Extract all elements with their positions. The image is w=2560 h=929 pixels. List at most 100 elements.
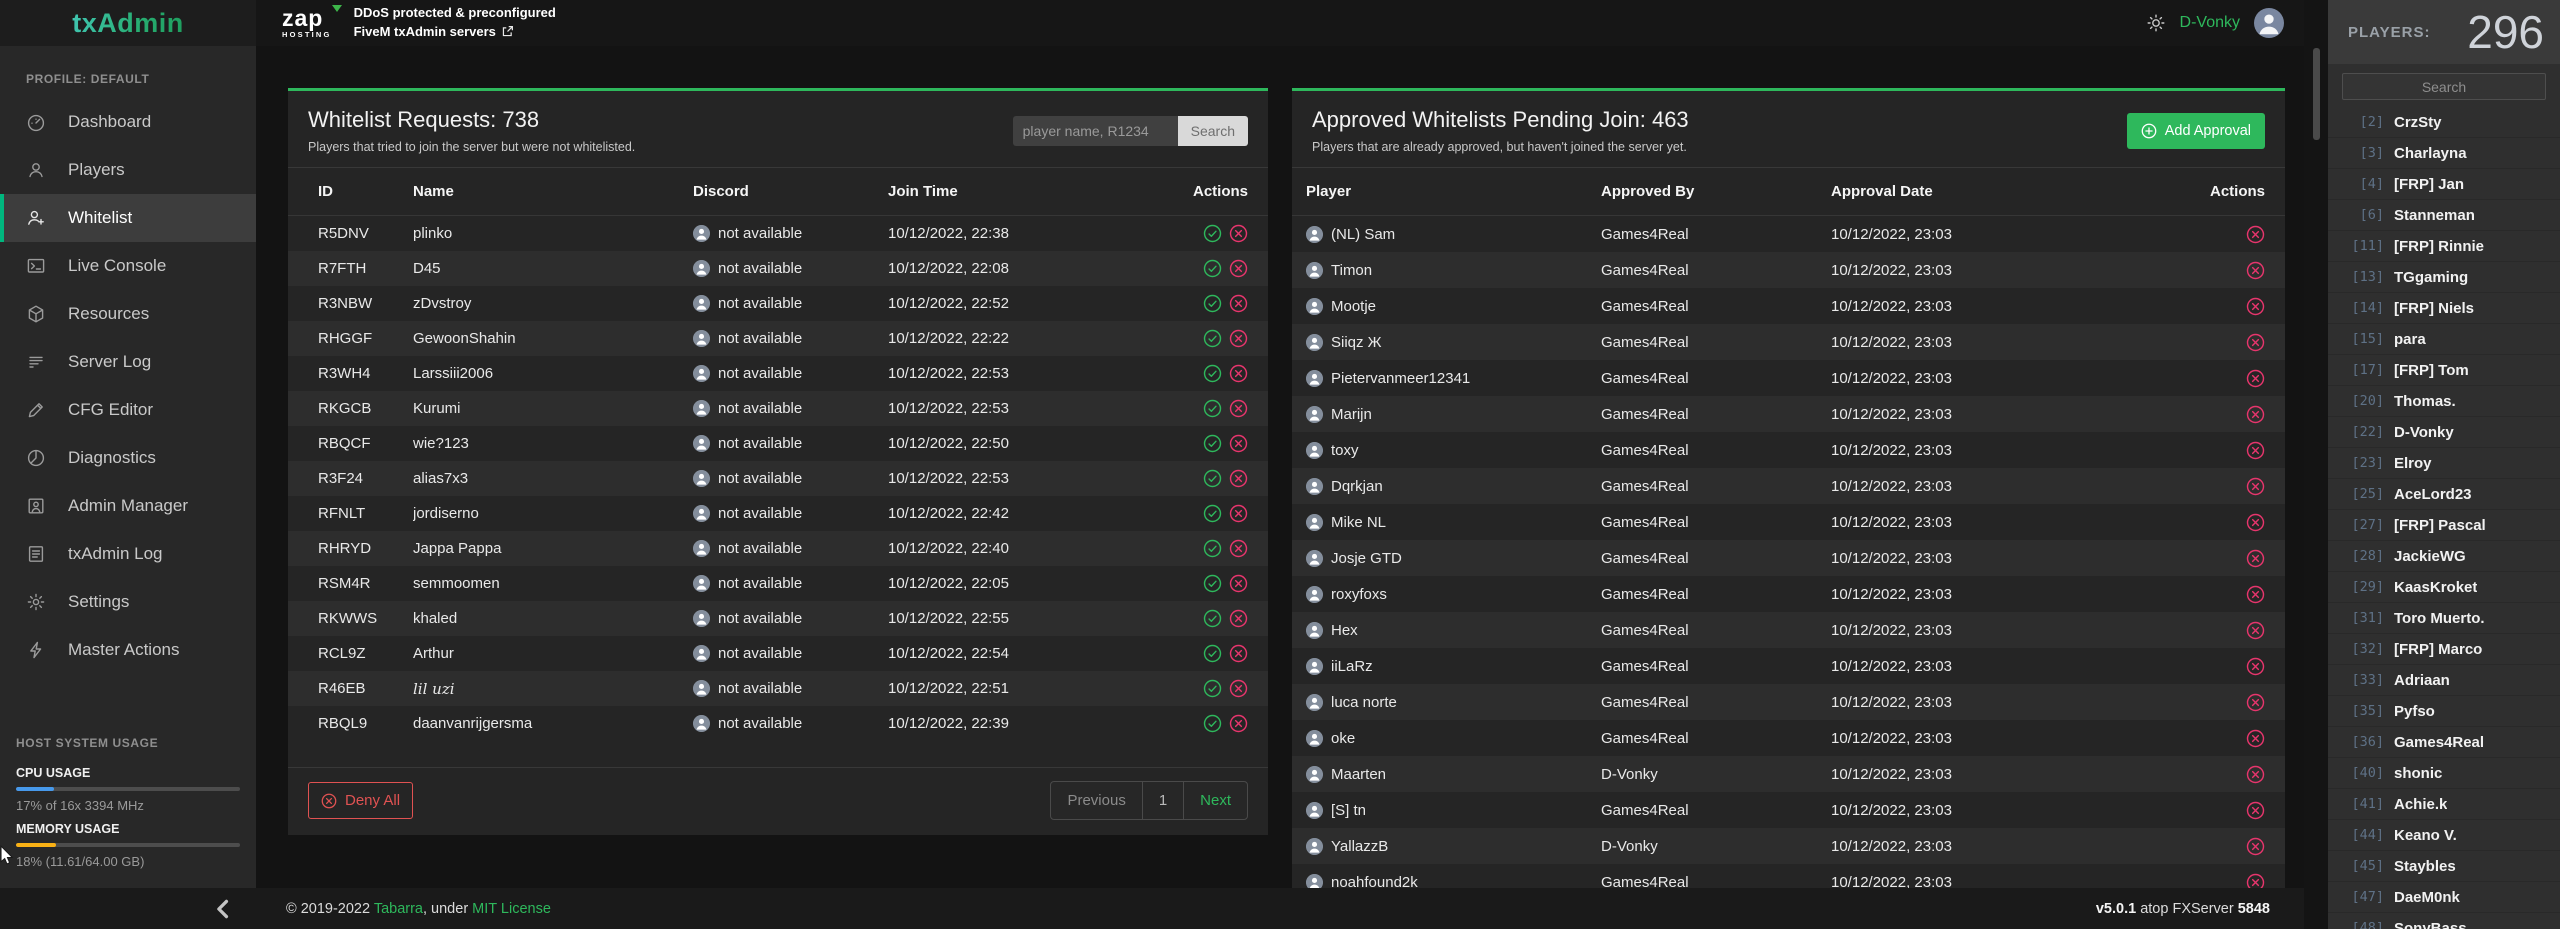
remove-approval-button[interactable] <box>2246 513 2265 532</box>
deny-request-button[interactable] <box>1229 329 1248 348</box>
player-list-item[interactable]: [4][FRP] Jan <box>2328 169 2560 200</box>
approve-request-button[interactable] <box>1203 364 1222 383</box>
remove-approval-button[interactable] <box>2246 801 2265 820</box>
approve-request-button[interactable] <box>1203 399 1222 418</box>
player-list-item[interactable]: [20]Thomas. <box>2328 386 2560 417</box>
approve-request-button[interactable] <box>1203 224 1222 243</box>
player-list-item[interactable]: [35]Pyfso <box>2328 696 2560 727</box>
sidebar-item-dashboard[interactable]: Dashboard <box>0 98 256 146</box>
player-list-item[interactable]: [33]Adriaan <box>2328 665 2560 696</box>
approve-request-button[interactable] <box>1203 714 1222 733</box>
sidebar-item-txadmin-log[interactable]: txAdmin Log <box>0 530 256 578</box>
player-list-item[interactable]: [36]Games4Real <box>2328 727 2560 758</box>
remove-approval-button[interactable] <box>2246 333 2265 352</box>
deny-request-button[interactable] <box>1229 609 1248 628</box>
approve-request-button[interactable] <box>1203 539 1222 558</box>
approve-request-button[interactable] <box>1203 434 1222 453</box>
theme-toggle-icon[interactable] <box>2146 13 2166 33</box>
remove-approval-button[interactable] <box>2246 837 2265 856</box>
player-list-item[interactable]: [13]TGgaming <box>2328 262 2560 293</box>
approve-request-button[interactable] <box>1203 679 1222 698</box>
deny-request-button[interactable] <box>1229 399 1248 418</box>
remove-approval-button[interactable] <box>2246 549 2265 568</box>
player-list-item[interactable]: [15]para <box>2328 324 2560 355</box>
sidebar-item-master-actions[interactable]: Master Actions <box>0 626 256 674</box>
requests-search-button[interactable]: Search <box>1178 116 1248 146</box>
sidebar-item-live-console[interactable]: Live Console <box>0 242 256 290</box>
remove-approval-button[interactable] <box>2246 621 2265 640</box>
sidebar-item-cfg-editor[interactable]: CFG Editor <box>0 386 256 434</box>
remove-approval-button[interactable] <box>2246 441 2265 460</box>
player-list-item[interactable]: [14][FRP] Niels <box>2328 293 2560 324</box>
player-list-item[interactable]: [28]JackieWG <box>2328 541 2560 572</box>
sidebar-item-players[interactable]: Players <box>0 146 256 194</box>
player-list-item[interactable]: [17][FRP] Tom <box>2328 355 2560 386</box>
sidebar-item-whitelist[interactable]: Whitelist <box>0 194 256 242</box>
add-approval-button[interactable]: Add Approval <box>2127 113 2265 149</box>
remove-approval-button[interactable] <box>2246 585 2265 604</box>
remove-approval-button[interactable] <box>2246 297 2265 316</box>
avatar[interactable] <box>2254 8 2284 38</box>
deny-request-button[interactable] <box>1229 574 1248 593</box>
player-list-item[interactable]: [29]KaasKroket <box>2328 572 2560 603</box>
zap-banner[interactable]: zap HOSTING DDoS protected & preconfigur… <box>282 4 556 42</box>
player-list-item[interactable]: [25]AceLord23 <box>2328 479 2560 510</box>
player-list-item[interactable]: [22]D-Vonky <box>2328 417 2560 448</box>
remove-approval-button[interactable] <box>2246 405 2265 424</box>
deny-request-button[interactable] <box>1229 504 1248 523</box>
player-list-item[interactable]: [45]Staybles <box>2328 851 2560 882</box>
deny-request-button[interactable] <box>1229 364 1248 383</box>
sidebar-item-diagnostics[interactable]: Diagnostics <box>0 434 256 482</box>
deny-request-button[interactable] <box>1229 469 1248 488</box>
pagination-previous[interactable]: Previous <box>1051 782 1142 819</box>
approve-request-button[interactable] <box>1203 294 1222 313</box>
remove-approval-button[interactable] <box>2246 765 2265 784</box>
sidebar-item-server-log[interactable]: Server Log <box>0 338 256 386</box>
remove-approval-button[interactable] <box>2246 729 2265 748</box>
player-list-item[interactable]: [11][FRP] Rinnie <box>2328 231 2560 262</box>
deny-request-button[interactable] <box>1229 294 1248 313</box>
sidebar-item-resources[interactable]: Resources <box>0 290 256 338</box>
deny-request-button[interactable] <box>1229 714 1248 733</box>
requests-search-input[interactable] <box>1013 116 1178 146</box>
deny-all-button[interactable]: Deny All <box>308 782 413 819</box>
deny-request-button[interactable] <box>1229 224 1248 243</box>
player-list-item[interactable]: [44]Keano V. <box>2328 820 2560 851</box>
approve-request-button[interactable] <box>1203 469 1222 488</box>
player-list-item[interactable]: [2]CrzSty <box>2328 107 2560 138</box>
remove-approval-button[interactable] <box>2246 873 2265 889</box>
deny-request-button[interactable] <box>1229 679 1248 698</box>
user-menu[interactable]: D-Vonky <box>2180 14 2240 32</box>
remove-approval-button[interactable] <box>2246 657 2265 676</box>
player-list-item[interactable]: [6]Stanneman <box>2328 200 2560 231</box>
players-scrollbar-thumb[interactable] <box>2313 48 2320 140</box>
approve-request-button[interactable] <box>1203 644 1222 663</box>
collapse-sidebar-icon[interactable] <box>212 898 234 920</box>
player-list-item[interactable]: [48]SonyBass <box>2328 913 2560 929</box>
approve-request-button[interactable] <box>1203 609 1222 628</box>
remove-approval-button[interactable] <box>2246 477 2265 496</box>
approve-request-button[interactable] <box>1203 259 1222 278</box>
approve-request-button[interactable] <box>1203 574 1222 593</box>
txadmin-logo[interactable]: txAdmin <box>72 8 184 39</box>
remove-approval-button[interactable] <box>2246 693 2265 712</box>
tabarra-link[interactable]: Tabarra <box>374 901 423 917</box>
player-list-item[interactable]: [40]shonic <box>2328 758 2560 789</box>
deny-request-button[interactable] <box>1229 644 1248 663</box>
remove-approval-button[interactable] <box>2246 225 2265 244</box>
pagination-page-number[interactable]: 1 <box>1143 782 1184 819</box>
player-list-item[interactable]: [41]Achie.k <box>2328 789 2560 820</box>
approve-request-button[interactable] <box>1203 329 1222 348</box>
remove-approval-button[interactable] <box>2246 369 2265 388</box>
players-search-input[interactable] <box>2342 73 2546 100</box>
deny-request-button[interactable] <box>1229 539 1248 558</box>
deny-request-button[interactable] <box>1229 259 1248 278</box>
mit-license-link[interactable]: MIT License <box>472 901 551 917</box>
deny-request-button[interactable] <box>1229 434 1248 453</box>
player-list-item[interactable]: [47]DaeM0nk <box>2328 882 2560 913</box>
player-list-item[interactable]: [31]Toro Muerto. <box>2328 603 2560 634</box>
sidebar-item-settings[interactable]: Settings <box>0 578 256 626</box>
player-list-item[interactable]: [27][FRP] Pascal <box>2328 510 2560 541</box>
pagination-next[interactable]: Next <box>1184 782 1247 819</box>
player-list-item[interactable]: [3]Charlayna <box>2328 138 2560 169</box>
